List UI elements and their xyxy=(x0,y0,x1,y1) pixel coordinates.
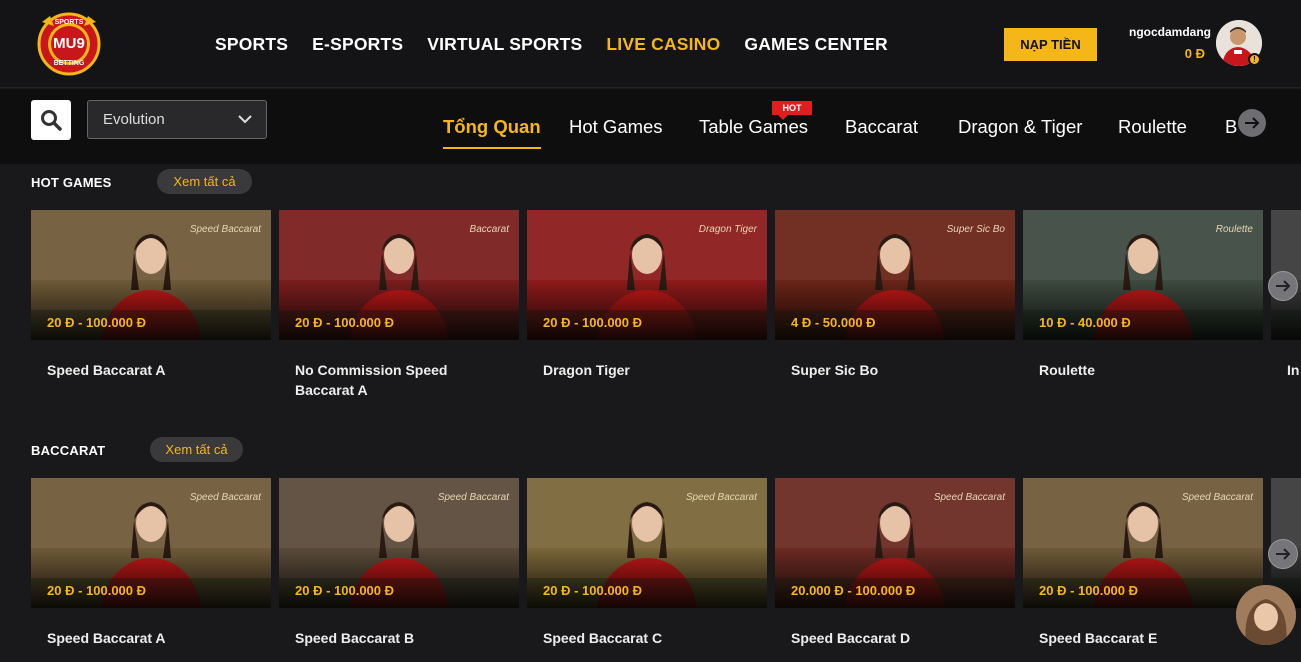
game-card[interactable]: Speed Baccarat 20 Đ - 100.000 Đ Speed Bacc… xyxy=(31,210,271,380)
live-chat-avatar[interactable] xyxy=(1236,585,1296,645)
arrow-right-icon xyxy=(1245,117,1260,129)
tab-table-games[interactable]: Table Games xyxy=(699,116,808,138)
search-icon xyxy=(41,110,62,131)
provider-select-value: Evolution xyxy=(103,111,165,128)
balance: 0 Đ xyxy=(1184,46,1205,61)
category-bar: Evolution Tổng Quan Hot Games Table Game… xyxy=(0,89,1301,164)
game-bet-range: 20 Đ - 100.000 Đ xyxy=(295,583,395,598)
avatar-alert-badge: ! xyxy=(1248,53,1261,66)
game-thumbnail: Speed Baccarat 20 Đ - 100.000 Đ xyxy=(31,478,271,608)
baccarat-row: Speed Baccarat 20 Đ - 100.000 Đ Speed Bacc… xyxy=(31,478,1301,662)
tab-more[interactable]: B xyxy=(1225,116,1237,138)
site-logo[interactable]: SPORTS MU9 BETTING xyxy=(36,12,102,76)
nav-virtual-sports[interactable]: VIRTUAL SPORTS xyxy=(427,34,582,55)
game-brand-label: Speed Baccarat xyxy=(685,492,757,503)
game-thumbnail: Speed Baccarat 20 Đ - 100.000 Đ xyxy=(279,478,519,608)
nav-games-center[interactable]: GAMES CENTER xyxy=(744,34,887,55)
game-name: Speed Baccarat A xyxy=(47,362,166,378)
game-card[interactable]: Speed Baccarat 20 Đ - 100.000 Đ Speed Bacc… xyxy=(527,478,767,648)
see-all-baccarat[interactable]: Xem tất cả xyxy=(150,437,243,462)
game-brand-label: Speed Baccarat xyxy=(933,492,1005,503)
game-brand-label: Baccarat xyxy=(469,224,509,235)
game-card[interactable]: Speed Baccarat 20 Đ - 100.000 Đ Speed Bacc… xyxy=(1023,478,1263,648)
arrow-right-icon xyxy=(1276,280,1291,292)
game-bet-range: 20 Đ - 100.000 Đ xyxy=(47,583,147,598)
game-thumbnail: Speed Baccarat 20.000 Đ - 100.000 Đ xyxy=(775,478,1015,608)
tab-baccarat[interactable]: Baccarat xyxy=(845,116,918,138)
game-bet-range: 20 Đ - 100.000 Đ xyxy=(1039,583,1139,598)
hot-games-next-button[interactable] xyxy=(1268,271,1298,301)
game-brand-label: Super Sic Bo xyxy=(946,224,1005,235)
game-thumbnail: Speed Baccarat 20 Đ - 100.000 Đ xyxy=(31,210,271,340)
game-name: Speed Baccarat C xyxy=(543,630,663,646)
game-name: Speed Baccarat E xyxy=(1039,630,1158,646)
logo-main-text: MU9 xyxy=(53,35,85,52)
game-thumbnail: Super Sic Bo 4 Đ - 50.000 Đ xyxy=(775,210,1015,340)
game-name: Dragon Tiger xyxy=(543,362,630,378)
tab-overview[interactable]: Tổng Quan xyxy=(443,116,541,149)
game-bet-range: 20 Đ - 100.000 Đ xyxy=(543,583,643,598)
game-thumbnail: Baccarat 20 Đ - 100.000 Đ xyxy=(279,210,519,340)
top-header: SPORTS MU9 BETTING SPORTS E-SPORTS VIRTU… xyxy=(0,0,1301,88)
game-brand-label: Dragon Tiger xyxy=(698,224,757,235)
game-name: No Commission Speed Baccarat A xyxy=(295,362,448,398)
game-name: Speed Baccarat A xyxy=(47,630,166,646)
tab-hot-games[interactable]: Hot Games xyxy=(569,116,663,138)
section-title-hot-games: HOT GAMES xyxy=(31,175,112,190)
game-brand-label: Speed Baccarat xyxy=(189,492,261,503)
game-thumbnail: Dragon Tiger 20 Đ - 100.000 Đ xyxy=(527,210,767,340)
game-name: In xyxy=(1287,362,1300,378)
game-card[interactable]: Speed Baccarat 20 Đ - 100.000 Đ Speed Bacc… xyxy=(279,478,519,648)
provider-select[interactable]: Evolution xyxy=(87,100,267,139)
game-brand-label: Speed Baccarat xyxy=(1181,492,1253,503)
hot-games-row: Speed Baccarat 20 Đ - 100.000 Đ Speed Bacc… xyxy=(31,210,1301,400)
game-card[interactable]: Roulette 10 Đ - 40.000 Đ Roulette xyxy=(1023,210,1263,380)
game-brand-label: Speed Baccarat xyxy=(437,492,509,503)
nav-esports[interactable]: E-SPORTS xyxy=(312,34,403,55)
game-thumbnail: Speed Baccarat 20 Đ - 100.000 Đ xyxy=(527,478,767,608)
tab-roulette[interactable]: Roulette xyxy=(1118,116,1187,138)
game-brand-label: Roulette xyxy=(1215,224,1253,235)
game-card[interactable]: Super Sic Bo 4 Đ - 50.000 Đ Super Sic Bo xyxy=(775,210,1015,380)
username: ngocdamdang xyxy=(1128,25,1211,39)
tabs-next-button[interactable] xyxy=(1238,109,1266,137)
game-card[interactable]: Speed Baccarat 20 Đ - 100.000 Đ Speed Bacc… xyxy=(31,478,271,648)
section-title-baccarat: BACCARAT xyxy=(31,443,106,458)
deposit-button[interactable]: NẠP TIỀN xyxy=(1004,28,1097,61)
logo-bottom-text: BETTING xyxy=(53,60,85,67)
game-bet-range: 20.000 Đ - 100.000 Đ xyxy=(791,583,916,598)
game-card[interactable]: Baccarat 20 Đ - 100.000 Đ No Commission Sp… xyxy=(279,210,519,400)
game-bet-range: 4 Đ - 50.000 Đ xyxy=(791,315,876,330)
game-brand-label: Speed Baccarat xyxy=(189,224,261,235)
tab-dragon-tiger[interactable]: Dragon & Tiger xyxy=(958,116,1082,138)
category-tabs: Tổng Quan Hot Games Table Games HOT Bacc… xyxy=(443,89,1243,164)
user-info[interactable]: ngocdamdang 0 Đ xyxy=(1115,25,1211,61)
game-name: Roulette xyxy=(1039,362,1095,378)
see-all-hot-games[interactable]: Xem tất cả xyxy=(157,169,252,194)
baccarat-next-button[interactable] xyxy=(1268,539,1298,569)
game-bet-range: 10 Đ - 40.000 Đ xyxy=(1039,315,1131,330)
search-button[interactable] xyxy=(31,100,71,140)
game-bet-range: 20 Đ - 100.000 Đ xyxy=(295,315,395,330)
game-name: Speed Baccarat D xyxy=(791,630,911,646)
game-bet-range: 20 Đ - 100.000 Đ xyxy=(47,315,147,330)
game-name: Super Sic Bo xyxy=(791,362,879,378)
game-thumbnail: Speed Baccarat 20 Đ - 100.000 Đ xyxy=(1023,478,1263,608)
arrow-right-icon xyxy=(1276,548,1291,560)
game-card[interactable]: Dragon Tiger 20 Đ - 100.000 Đ Dragon Tiger xyxy=(527,210,767,380)
game-bet-range: 20 Đ - 100.000 Đ xyxy=(543,315,643,330)
game-thumbnail: Roulette 10 Đ - 40.000 Đ xyxy=(1023,210,1263,340)
game-name: Speed Baccarat B xyxy=(295,630,415,646)
hot-badge: HOT xyxy=(772,101,812,120)
main-nav: SPORTS E-SPORTS VIRTUAL SPORTS LIVE CASI… xyxy=(215,34,912,55)
chevron-down-icon xyxy=(238,115,252,124)
logo-top-text: SPORTS xyxy=(54,19,84,26)
game-card[interactable]: Speed Baccarat 20.000 Đ - 100.000 Đ Speed … xyxy=(775,478,1015,648)
nav-sports[interactable]: SPORTS xyxy=(215,34,288,55)
nav-live-casino[interactable]: LIVE CASINO xyxy=(606,34,720,55)
